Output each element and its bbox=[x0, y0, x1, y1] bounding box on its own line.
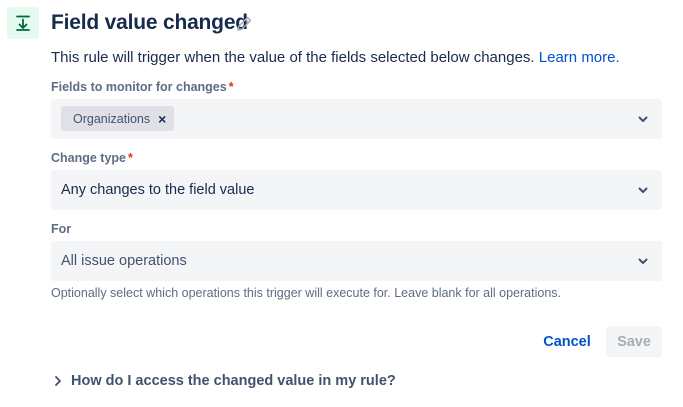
remove-tag-button[interactable]: × bbox=[158, 112, 166, 126]
for-label: For bbox=[51, 222, 71, 236]
selected-field-tag-label: Organizations bbox=[73, 111, 151, 126]
fields-to-monitor-label-text: Fields to monitor for changes bbox=[51, 80, 227, 94]
page-title: Field value changed bbox=[51, 11, 248, 34]
download-arrow-icon bbox=[16, 15, 30, 31]
expander-label: How do I access the changed value in my … bbox=[71, 373, 396, 389]
for-operations-select[interactable]: All issue operations bbox=[51, 241, 662, 281]
rule-description: This rule will trigger when the value of… bbox=[51, 49, 620, 66]
learn-more-link[interactable]: Learn more. bbox=[539, 49, 620, 66]
required-marker: * bbox=[228, 80, 234, 94]
change-type-value: Any changes to the field value bbox=[61, 182, 255, 198]
access-changed-value-expander[interactable]: How do I access the changed value in my … bbox=[53, 373, 396, 389]
cancel-button[interactable]: Cancel bbox=[537, 326, 597, 357]
chevron-right-icon bbox=[55, 376, 61, 386]
for-helper-text: Optionally select which operations this … bbox=[51, 286, 561, 300]
chevron-down-icon[interactable] bbox=[636, 254, 650, 268]
required-marker: * bbox=[128, 151, 133, 165]
chevron-down-icon[interactable] bbox=[636, 183, 650, 197]
fields-to-monitor-label: Fields to monitor for changes * bbox=[51, 80, 234, 94]
pencil-edit-icon[interactable] bbox=[234, 14, 254, 34]
change-type-select[interactable]: Any changes to the field value bbox=[51, 170, 662, 210]
change-type-label-text: Change type bbox=[51, 151, 127, 165]
save-button[interactable]: Save bbox=[606, 326, 662, 357]
description-text: This rule will trigger when the value of… bbox=[51, 49, 535, 66]
for-operations-value: All issue operations bbox=[61, 253, 187, 269]
selected-field-tag: Organizations × bbox=[61, 106, 175, 131]
for-label-text: For bbox=[51, 222, 72, 236]
fields-to-monitor-select[interactable]: Organizations × bbox=[51, 99, 662, 139]
chevron-down-icon[interactable] bbox=[636, 112, 650, 126]
change-type-label: Change type * bbox=[51, 151, 133, 165]
trigger-icon-badge bbox=[7, 7, 39, 39]
